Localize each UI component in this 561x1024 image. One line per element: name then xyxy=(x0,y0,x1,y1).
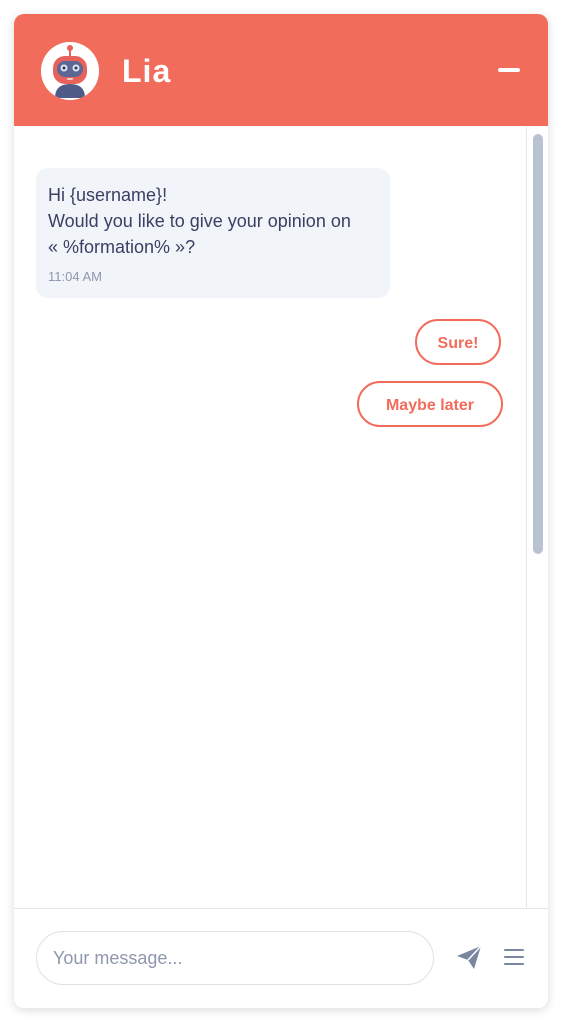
send-icon xyxy=(457,945,482,969)
send-button[interactable] xyxy=(454,942,484,972)
message-list: Hi {username}! Would you like to give yo… xyxy=(14,126,526,908)
menu-button[interactable] xyxy=(502,944,528,970)
message-line: Hi {username}! xyxy=(48,185,168,205)
bot-avatar xyxy=(41,42,99,100)
minimize-button[interactable] xyxy=(492,52,524,86)
bot-message-bubble: Hi {username}! Would you like to give yo… xyxy=(36,168,390,298)
message-line: Would you like to give your opinion on xyxy=(48,211,351,231)
chat-header: Lia xyxy=(14,14,548,126)
scrollbar-thumb[interactable] xyxy=(533,134,543,554)
bot-name: Lia xyxy=(122,53,172,89)
chat-widget: Lia Hi {username}! Would you like to giv… xyxy=(14,14,548,1008)
minimize-icon xyxy=(498,68,520,72)
composer-bar xyxy=(14,908,548,1008)
quick-reply-sure-button[interactable]: Sure! xyxy=(415,319,501,365)
message-input[interactable] xyxy=(36,931,434,985)
quick-reply-maybe-later-button[interactable]: Maybe later xyxy=(357,381,503,427)
message-timestamp: 11:04 AM xyxy=(48,269,102,284)
message-line: « %formation% »? xyxy=(48,237,196,257)
robot-icon xyxy=(41,42,99,100)
scrollbar-track[interactable] xyxy=(526,126,548,908)
